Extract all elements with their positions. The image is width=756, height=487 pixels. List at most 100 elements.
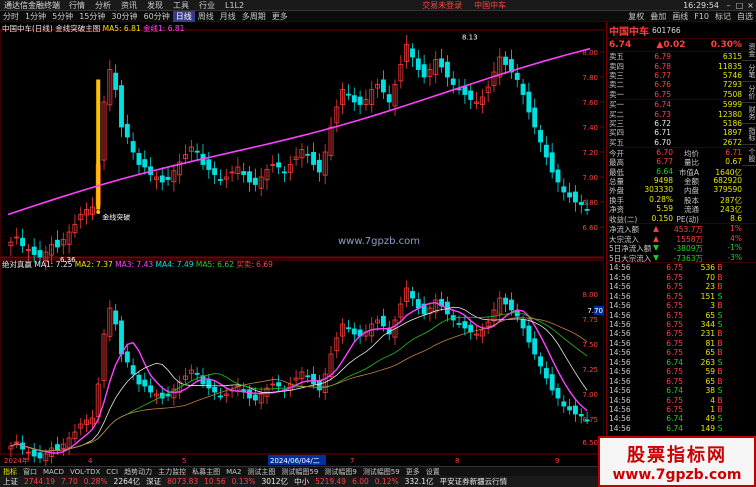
tick-row[interactable]: 14:56 6.75 65 B bbox=[607, 348, 756, 357]
sh-index-name[interactable]: 上证 bbox=[0, 476, 21, 487]
indicator-tab[interactable]: MA2 bbox=[223, 468, 244, 476]
tool-overlay[interactable]: 叠加 bbox=[647, 11, 669, 22]
chart-canvas[interactable]: 8.007.807.607.407.207.006.806.608.007.75… bbox=[0, 22, 604, 466]
tick-direction: B bbox=[717, 263, 723, 273]
kline-chart[interactable]: 8.00 7.80 7.60 7.40 7.20 7.00 6.80 6.60 8.00 7.75… bbox=[0, 22, 604, 466]
period-60min[interactable]: 60分钟 bbox=[141, 11, 173, 22]
indicator-tab[interactable]: 趋势动力 bbox=[121, 467, 155, 477]
sub-y-tick-label: 7.25 bbox=[582, 366, 598, 374]
indicator-tab[interactable]: 设置 bbox=[423, 467, 443, 477]
ask-row[interactable]: 卖一 6.75 7508 bbox=[607, 90, 756, 99]
tick-list[interactable]: 14:56 6.75 536 B 14:56 6.75 70 B 14:56 6.75 23 B 14:… bbox=[607, 263, 756, 433]
side-tab-ticks[interactable]: 分笔 bbox=[742, 61, 756, 82]
sub-candle-body bbox=[276, 382, 282, 387]
sub-candle-body bbox=[130, 365, 136, 375]
ask-book: 卖五 6.79 6315 卖四 6.78 11835 卖三 6.77 5746 卖二 6.76 729… bbox=[607, 52, 756, 100]
menu-item-discover[interactable]: 发现 bbox=[142, 0, 168, 11]
side-tab-stock[interactable]: 个股 bbox=[742, 145, 756, 166]
bid-row[interactable]: 买五 6.70 2672 bbox=[607, 138, 756, 147]
candle-body bbox=[31, 246, 37, 255]
tool-watchlist[interactable]: 自选 bbox=[734, 11, 756, 22]
tick-row[interactable]: 14:56 6.75 23 B bbox=[607, 282, 756, 291]
tick-row[interactable]: 14:56 6.75 1 B bbox=[607, 405, 756, 414]
side-tab-price[interactable]: 分价 bbox=[742, 82, 756, 103]
tool-adjust[interactable]: 复权 bbox=[625, 11, 647, 22]
tick-price: 6.75 bbox=[666, 282, 683, 292]
minimize-icon[interactable]: – bbox=[723, 1, 734, 10]
menu-item-industry[interactable]: 行业 bbox=[194, 0, 220, 11]
indicator-tab[interactable]: 私募主图 bbox=[189, 467, 223, 477]
tick-row[interactable]: 14:56 6.75 59 B bbox=[607, 367, 756, 376]
side-tab-indicator[interactable]: 指标 bbox=[742, 124, 756, 145]
flow-label: 5日净流入额 bbox=[609, 244, 652, 254]
period-more[interactable]: 更多 bbox=[269, 11, 291, 22]
zx-index-value: 5219.49 bbox=[315, 477, 347, 486]
close-icon[interactable]: × bbox=[745, 1, 756, 10]
sub-ma5: MA5: 6.62 bbox=[195, 260, 234, 269]
tick-direction: S bbox=[717, 320, 723, 330]
indicator-tab[interactable]: 测试主图 bbox=[244, 467, 278, 477]
side-tab-finance[interactable]: 财务 bbox=[742, 103, 756, 124]
trade-login-link[interactable]: 交易未登录 bbox=[416, 0, 468, 11]
tool-draw[interactable]: 画线 bbox=[669, 11, 691, 22]
indicator-tab[interactable]: 指标 bbox=[0, 467, 20, 477]
indicator-tab[interactable]: 更多 bbox=[403, 467, 423, 477]
indicator-tab[interactable]: VOL-TDX bbox=[67, 468, 103, 476]
tick-row[interactable]: 14:56 6.75 536 B bbox=[607, 263, 756, 272]
tool-f10[interactable]: F10 bbox=[691, 12, 712, 21]
candle-body bbox=[567, 192, 573, 198]
indicator-tab[interactable]: 主力监控 bbox=[155, 467, 189, 477]
candle-body bbox=[346, 93, 351, 96]
tick-row[interactable]: 14:56 6.75 70 B bbox=[607, 273, 756, 282]
tick-row[interactable]: 14:56 6.74 38 S bbox=[607, 386, 756, 395]
indicator-tab[interactable]: CCI bbox=[103, 468, 121, 476]
tick-row[interactable]: 14:56 6.75 65 B bbox=[607, 377, 756, 386]
tick-direction: B bbox=[717, 376, 723, 386]
tick-row[interactable]: 14:56 6.75 81 B bbox=[607, 339, 756, 348]
tick-row[interactable]: 14:56 6.75 231 B bbox=[607, 329, 756, 338]
candle-body bbox=[578, 202, 584, 205]
tick-row[interactable]: 14:56 6.74 149 S bbox=[607, 424, 756, 433]
zx-index-name[interactable]: 中小 bbox=[291, 476, 312, 487]
indicator-tab[interactable]: 测试幅图59 bbox=[278, 467, 321, 477]
period-month[interactable]: 月线 bbox=[217, 11, 239, 22]
app-title: 通达信金融终端 bbox=[4, 0, 60, 10]
indicator-tab[interactable]: MACD bbox=[40, 468, 67, 476]
period-15min[interactable]: 15分钟 bbox=[76, 11, 108, 22]
period-5min[interactable]: 5分钟 bbox=[49, 11, 76, 22]
tool-mark[interactable]: 标记 bbox=[712, 11, 734, 22]
tick-price: 6.75 bbox=[666, 404, 683, 414]
period-week[interactable]: 周线 bbox=[195, 11, 217, 22]
tick-row[interactable]: 14:56 6.75 65 S bbox=[607, 311, 756, 320]
period-multi[interactable]: 多周期 bbox=[239, 11, 269, 22]
stock-name-link[interactable]: 中国中车 bbox=[468, 0, 512, 11]
indicator-tab[interactable]: 窗口 bbox=[20, 467, 40, 477]
menu-item-l1l2[interactable]: L1L2 bbox=[220, 1, 249, 10]
candle-body bbox=[247, 171, 252, 183]
tick-row[interactable]: 14:56 6.75 151 S bbox=[607, 292, 756, 301]
period-tick[interactable]: 分时 bbox=[0, 11, 22, 22]
tick-row[interactable]: 14:56 6.75 3 B bbox=[607, 301, 756, 310]
menu-item-tools[interactable]: 工具 bbox=[168, 0, 194, 11]
tick-row[interactable]: 14:56 6.75 344 S bbox=[607, 320, 756, 329]
sz-index-name[interactable]: 深证 bbox=[143, 476, 164, 487]
tick-volume: 65 bbox=[705, 310, 715, 320]
sub-candle-body bbox=[584, 419, 590, 422]
tick-row[interactable]: 14:56 6.74 263 S bbox=[607, 358, 756, 367]
side-tab-funds[interactable]: 资金 bbox=[742, 40, 756, 61]
period-1min[interactable]: 1分钟 bbox=[22, 11, 49, 22]
period-day[interactable]: 日线 bbox=[172, 10, 195, 22]
tick-row[interactable]: 14:56 6.75 4 B bbox=[607, 396, 756, 405]
tick-row[interactable]: 14:56 6.74 49 S bbox=[607, 414, 756, 423]
indicator-tab[interactable]: 测试幅图9 bbox=[321, 467, 359, 477]
candle-body bbox=[119, 85, 124, 128]
stat-label-2: 流通 bbox=[684, 205, 699, 215]
maximize-icon[interactable]: □ bbox=[734, 1, 745, 10]
period-30min[interactable]: 30分钟 bbox=[108, 11, 140, 22]
arrow-up-icon: ▲ bbox=[653, 224, 659, 234]
menu-item-quotes[interactable]: 行情 bbox=[64, 0, 90, 11]
menu-bar: 通达信金融终端 行情 分析 资讯 发现 工具 行业 L1L2 交易未登录 中国中… bbox=[0, 0, 756, 11]
menu-item-news[interactable]: 资讯 bbox=[116, 0, 142, 11]
indicator-tab[interactable]: 测试幅图59 bbox=[360, 467, 403, 477]
menu-item-analysis[interactable]: 分析 bbox=[90, 0, 116, 11]
